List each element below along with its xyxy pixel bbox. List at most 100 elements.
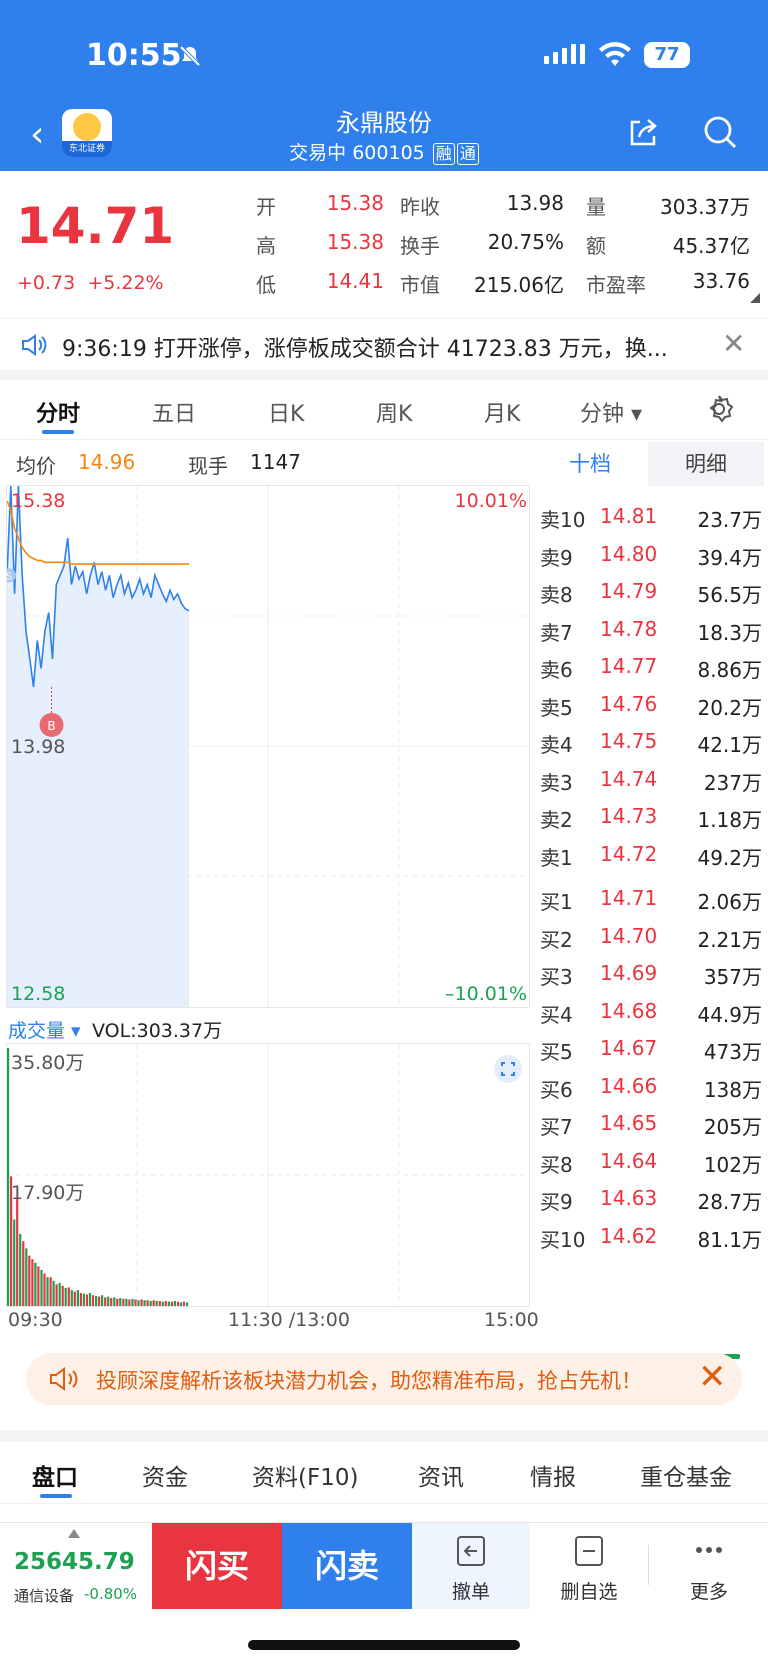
buy-marker-label: B — [47, 719, 55, 733]
volume-bar — [79, 1293, 82, 1306]
volume-bar — [40, 1270, 43, 1306]
volume-bar — [104, 1297, 107, 1306]
volume-bar — [152, 1300, 155, 1306]
nav-bar: ‹ 东北证券 永鼎股份 交易中 600105 融通 — [0, 100, 768, 171]
volume-bar — [61, 1285, 64, 1306]
volume-bar — [101, 1295, 104, 1306]
ask-level-row[interactable]: 卖5 14.76 20.2万 — [532, 686, 764, 722]
bid-level-price: 14.70 — [600, 923, 658, 948]
tab-top-funds[interactable]: 重仓基金 — [640, 1458, 732, 1492]
bid-level-row[interactable]: 买9 14.63 28.7万 — [532, 1180, 764, 1216]
now-value: 1147 — [250, 450, 301, 474]
ask-level-row[interactable]: 卖3 14.74 237万 — [532, 761, 764, 797]
volume-value: 303.37万 — [660, 195, 750, 219]
ask-level-row[interactable]: 卖7 14.78 18.3万 — [532, 611, 764, 647]
battery-icon: 77 — [644, 42, 690, 68]
search-icon[interactable] — [702, 114, 738, 150]
trading-status: 交易中 — [289, 142, 347, 164]
volume-bar — [49, 1277, 52, 1306]
ask-level-vol: 56.5万 — [697, 583, 762, 607]
tab-funds[interactable]: 资金 — [142, 1458, 188, 1492]
volume-bar — [88, 1293, 92, 1306]
promo-text: 投顾深度解析该板块潜力机会，助您精准布局，抢占先机！ — [96, 1369, 642, 1393]
ask-level-row[interactable]: 卖4 14.75 42.1万 — [532, 723, 764, 759]
volume-bar — [134, 1299, 137, 1306]
flash-sell-button[interactable]: 闪卖 — [282, 1523, 412, 1609]
bid-level-row[interactable]: 买6 14.66 138万 — [532, 1068, 764, 1104]
gear-icon[interactable] — [704, 394, 734, 424]
volume-bar — [110, 1298, 113, 1306]
tab-orderbook[interactable]: 盘口 — [32, 1458, 78, 1492]
ask-level-name: 卖8 — [540, 583, 573, 607]
mktcap-value: 215.06亿 — [474, 273, 564, 297]
bid-level-row[interactable]: 买4 14.68 44.9万 — [532, 993, 764, 1029]
ask-level-row[interactable]: 卖2 14.73 1.18万 — [532, 798, 764, 834]
pe-label: 市盈率 — [586, 273, 646, 297]
tab-ten-levels[interactable]: 十档 — [532, 442, 648, 486]
price-chart[interactable]: BS 15.38 13.98 12.58 10.01% –10.01% — [2, 485, 530, 1008]
pct-bottom-label: –10.01% — [445, 983, 527, 1005]
volume-bar — [58, 1282, 61, 1306]
sector-index-value[interactable]: 25645.79 — [14, 1549, 135, 1575]
bid-level-name: 买4 — [540, 1002, 573, 1027]
tab-daily-k[interactable]: 日K — [268, 396, 304, 428]
volume-bar — [113, 1297, 116, 1306]
expand-corner-icon[interactable] — [750, 293, 760, 303]
collapse-arrow-icon[interactable] — [68, 1529, 80, 1538]
bid-level-row[interactable]: 买3 14.69 357万 — [532, 955, 764, 991]
low-value: 14.41 — [326, 269, 384, 293]
flash-buy-button[interactable]: 闪买 — [152, 1523, 282, 1609]
more-button[interactable]: 更多 — [650, 1523, 768, 1609]
ask-level-vol: 8.86万 — [697, 658, 762, 682]
close-icon[interactable]: ✕ — [698, 1357, 727, 1397]
ask-level-row[interactable]: 卖9 14.80 39.4万 — [532, 536, 764, 572]
volume-dropdown[interactable]: 成交量 ▾ — [8, 1016, 81, 1043]
share-icon[interactable] — [626, 116, 660, 150]
pe-value: 33.76 — [692, 269, 750, 293]
ask-level-vol: 39.4万 — [697, 545, 762, 570]
ask-level-row[interactable]: 卖8 14.79 56.5万 — [532, 573, 764, 609]
bid-level-row[interactable]: 买7 14.65 205万 — [532, 1105, 764, 1141]
ask-level-price: 14.76 — [600, 691, 658, 716]
tab-f10[interactable]: 资料(F10) — [252, 1458, 358, 1492]
tab-monthly-k[interactable]: 月K — [484, 396, 520, 428]
wifi-icon — [599, 42, 631, 66]
volume-bar — [28, 1255, 31, 1306]
bid-level-row[interactable]: 买8 14.64 102万 — [532, 1143, 764, 1179]
volume-bar — [98, 1296, 101, 1306]
order-book: 十档 明细 卖10 14.81 23.7万 卖9 14.80 39.4万 卖8 14.79 56… — [532, 442, 764, 1359]
volume-bar — [179, 1302, 183, 1306]
tab-intel[interactable]: 情报 — [530, 1458, 576, 1492]
close-icon[interactable]: ✕ — [722, 327, 745, 360]
volume-label: 量 — [586, 195, 606, 219]
cancel-order-button[interactable]: 撤单 — [412, 1523, 530, 1609]
ask-level-name: 卖5 — [540, 695, 573, 720]
tab-intraday[interactable]: 分时 — [36, 396, 80, 428]
volume-bar — [43, 1273, 46, 1306]
promo-banner[interactable]: 投顾深度解析该板块潜力机会，助您精准布局，抢占先机！ ✕ — [26, 1353, 742, 1405]
tab-news[interactable]: 资讯 — [418, 1458, 464, 1492]
ask-level-row[interactable]: 卖10 14.81 23.7万 — [532, 498, 764, 534]
cancel-order-icon — [457, 1536, 485, 1566]
ask-level-row[interactable]: 卖1 14.72 49.2万 — [532, 836, 764, 872]
ask-level-vol: 23.7万 — [697, 508, 762, 532]
volume-bar — [170, 1301, 173, 1306]
expand-icon[interactable] — [493, 1054, 523, 1084]
volume-total: VOL:303.37万 — [92, 1020, 223, 1042]
margin-tag: 融 — [432, 143, 455, 165]
notice-bar[interactable]: 9:36:19 打开涨停，涨停板成交额合计 41723.83 万元，换... ✕ — [0, 318, 768, 370]
volume-bar — [70, 1290, 73, 1306]
bid-level-row[interactable]: 买5 14.67 473万 — [532, 1030, 764, 1066]
remove-watchlist-button[interactable]: 删自选 — [530, 1523, 648, 1609]
mktcap-label: 市值 — [400, 273, 440, 297]
volume-chart[interactable]: 35.80万 17.90万 — [6, 1043, 530, 1307]
bid-level-row[interactable]: 买1 14.71 2.06万 — [532, 880, 764, 916]
tab-five-day[interactable]: 五日 — [152, 396, 196, 428]
tab-minute[interactable]: 分钟 ▾ — [580, 396, 642, 428]
bid-level-row[interactable]: 买2 14.70 2.21万 — [532, 918, 764, 954]
tab-weekly-k[interactable]: 周K — [376, 396, 412, 428]
ask-level-price: 14.74 — [600, 766, 658, 791]
tab-details[interactable]: 明细 — [648, 442, 764, 486]
bid-level-row[interactable]: 买10 14.62 81.1万 — [532, 1218, 764, 1254]
ask-level-row[interactable]: 卖6 14.77 8.86万 — [532, 648, 764, 684]
